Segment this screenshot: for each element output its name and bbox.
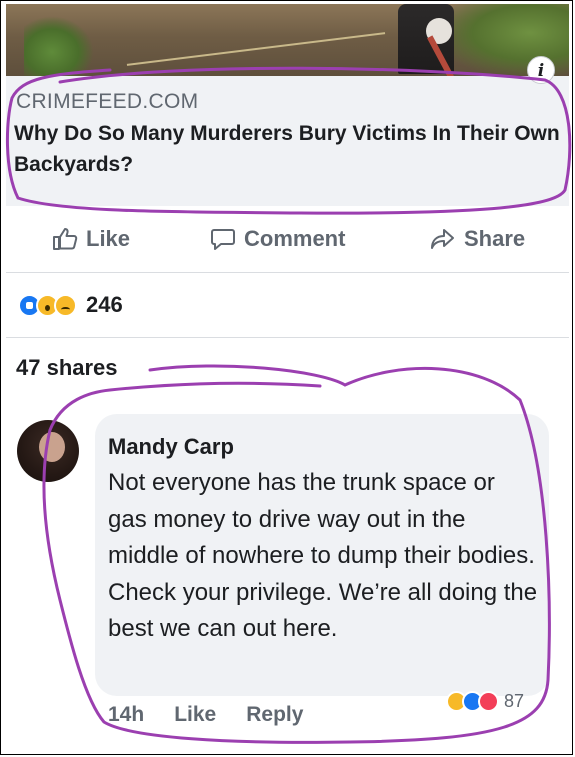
comment-author[interactable]: Mandy Carp — [108, 434, 234, 460]
like-label: Like — [86, 226, 131, 251]
divider — [6, 272, 569, 273]
comment-reply-button[interactable]: Reply — [246, 703, 303, 727]
comment-timestamp[interactable]: 14h — [108, 703, 144, 727]
info-icon[interactable]: i — [527, 56, 555, 84]
share-count[interactable]: 47 shares — [16, 355, 118, 381]
love-icon — [478, 691, 499, 712]
plant-foliage — [24, 16, 94, 76]
comment-reactions[interactable]: 87 — [446, 691, 524, 712]
post-reactions[interactable]: 246 — [18, 292, 123, 318]
reaction-count: 246 — [86, 292, 123, 317]
comment-icon — [210, 227, 236, 251]
divider — [6, 337, 569, 338]
comment-label: Comment — [244, 226, 346, 251]
share-button[interactable]: Share — [430, 226, 525, 252]
share-arrow-icon — [430, 227, 456, 251]
comment-meta: 14h Like Reply — [108, 703, 303, 727]
rope-line — [126, 32, 386, 66]
comment-button[interactable]: Comment — [210, 226, 345, 252]
avatar[interactable] — [17, 420, 79, 482]
link-preview-image[interactable] — [6, 4, 569, 76]
comment-reaction-count: 87 — [504, 691, 525, 711]
like-button[interactable]: Like — [52, 226, 130, 252]
sad-icon — [54, 293, 77, 317]
thumbs-up-icon — [52, 227, 78, 251]
post-action-bar: Like Comment Share — [0, 218, 575, 266]
comment-text: Not everyone has the trunk space or gas … — [108, 469, 538, 642]
avatar-face — [39, 432, 65, 462]
link-source: CRIMEFEED.COM — [16, 90, 199, 113]
link-headline[interactable]: Why Do So Many Murderers Bury Victims In… — [14, 118, 564, 180]
comment-like-button[interactable]: Like — [174, 703, 216, 727]
share-label: Share — [464, 226, 526, 251]
